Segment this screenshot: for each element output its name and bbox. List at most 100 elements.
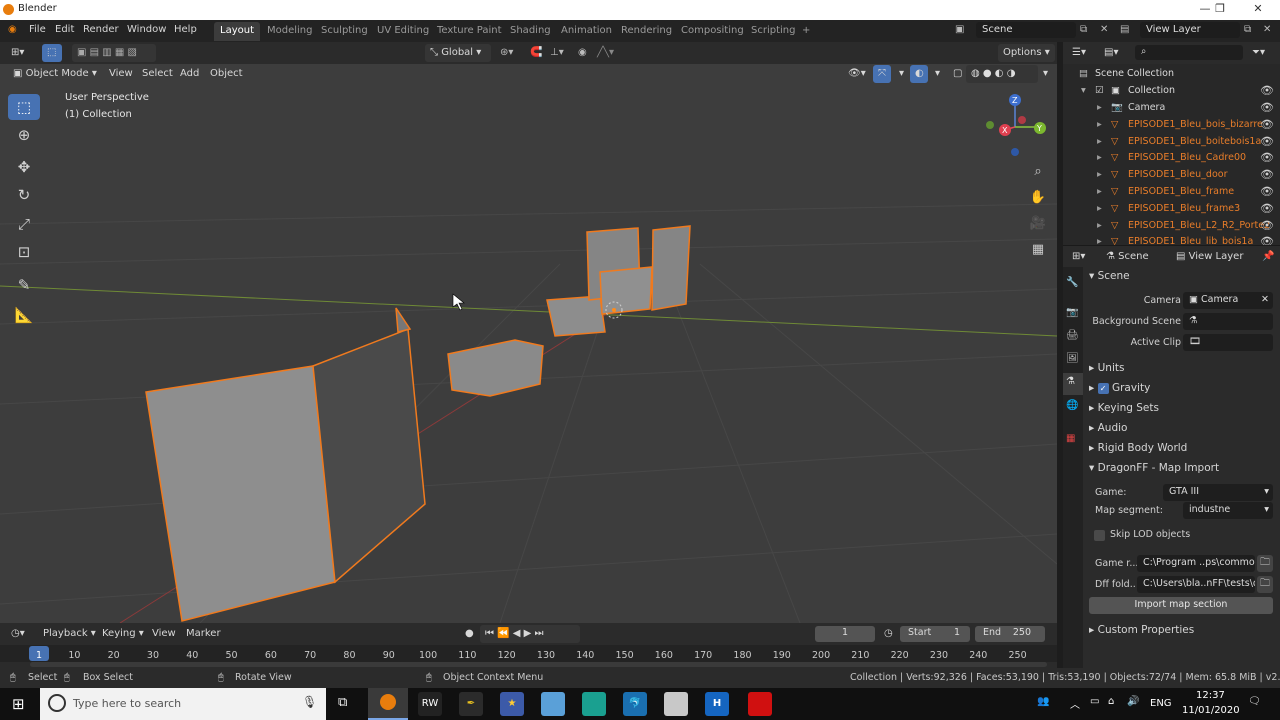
map-segment-dropdown[interactable]: industne ▾ — [1183, 502, 1273, 519]
menu-render[interactable]: Render — [83, 24, 119, 35]
app-rw-icon[interactable]: RW — [418, 692, 442, 716]
notification-icon[interactable]: 🗨 — [1248, 696, 1261, 707]
tab-layout[interactable]: Layout — [214, 22, 260, 41]
timeline-panel[interactable]: ◷▾ Playback ▾ Keying ▾ View Marker ● ⏮ ⏪… — [0, 623, 1057, 668]
tool-cursor[interactable]: ⊕ — [8, 122, 40, 148]
outliner-item[interactable]: ▸ ▽ EPISODE1_Bleu_Cadre00 👁 — [1063, 150, 1280, 167]
xray-icon[interactable]: ▢ — [948, 65, 967, 83]
outliner-editor-icon[interactable]: ☰▾ — [1067, 44, 1091, 62]
menu-keying[interactable]: Keying ▾ — [97, 625, 149, 643]
expand-arrow-icon[interactable]: ▸ — [1097, 152, 1102, 163]
tab-uv-editing[interactable]: UV Editing — [371, 22, 435, 41]
tool-scale[interactable]: ⤢ — [8, 211, 40, 237]
scene-props-tab-icon[interactable]: ⚗ — [1063, 373, 1083, 395]
units-section-header[interactable]: ▸ Units — [1089, 362, 1124, 374]
network-icon[interactable]: ⌂ — [1108, 696, 1114, 707]
microphone-icon[interactable]: 🎙 — [302, 695, 317, 709]
task-view-icon[interactable]: ⧉ — [338, 695, 347, 710]
menu-object[interactable]: Object — [205, 65, 248, 83]
language-indicator[interactable]: ENG — [1150, 698, 1172, 709]
expand-arrow-icon[interactable]: ▸ — [1097, 169, 1102, 180]
import-map-section-button[interactable]: Import map section — [1089, 597, 1273, 614]
record-icon[interactable]: ● — [460, 625, 479, 643]
app-notes-icon[interactable] — [541, 692, 565, 716]
editor-type-icon[interactable]: ⊞▾ — [6, 44, 29, 62]
output-props-icon[interactable]: 🖨 — [1066, 330, 1079, 341]
outliner-collection[interactable]: ▾ ☑ ▣ Collection 👁 — [1063, 83, 1280, 100]
visibility-icon[interactable]: 👁▾ — [843, 65, 871, 83]
viewlayer-name-field[interactable]: View Layer — [1140, 22, 1240, 38]
people-icon[interactable]: 👥 — [1037, 696, 1049, 707]
new-viewlayer-icon[interactable]: ⧉ — [1244, 24, 1251, 35]
menu-help[interactable]: Help — [174, 24, 197, 35]
delete-viewlayer-icon[interactable]: ✕ — [1263, 24, 1271, 35]
blender-menu-icon[interactable]: ◉ — [8, 24, 17, 35]
tool-measure[interactable]: 📐 — [8, 302, 40, 328]
keying-sets-section-header[interactable]: ▸ Keying Sets — [1089, 402, 1159, 414]
outliner-panel[interactable]: ☰▾ ▤▾ ⌕ ⏷▾ ▤ Scene Collection ▾ ☑ ▣ Coll… — [1063, 42, 1280, 248]
current-frame-field[interactable]: 1 — [815, 626, 875, 642]
scene-section-header[interactable]: ▾ Scene — [1089, 270, 1130, 282]
tab-animation[interactable]: Animation — [555, 22, 618, 41]
tab-viewlayer-props[interactable]: ▤ View Layer — [1171, 248, 1248, 266]
overlay-toggle-icon[interactable]: ◐ — [910, 65, 928, 83]
outliner-item[interactable]: ▸ ▽ EPISODE1_Bleu_boitebois1a 👁 — [1063, 134, 1280, 151]
close-window-button[interactable]: ✕ — [1243, 2, 1273, 18]
volume-icon[interactable]: 🔊 — [1127, 696, 1139, 707]
outliner-item[interactable]: ▸ ▽ EPISODE1_Bleu_frame3 👁 — [1063, 201, 1280, 218]
app-red-icon[interactable] — [748, 692, 772, 716]
visibility-eye-icon[interactable]: 👁 — [1260, 168, 1274, 181]
app-dolphin-icon[interactable]: 🐬 — [623, 692, 647, 716]
timeline-scrollbar[interactable] — [30, 662, 1047, 667]
camera-view-icon[interactable]: 🎥 — [1026, 212, 1050, 236]
3d-viewport[interactable]: ▣ Object Mode ▾ View Select Add Object 👁… — [0, 64, 1057, 623]
gizmo-dropdown-icon[interactable]: ▾ — [894, 65, 909, 83]
app-pen-icon[interactable]: ✒ — [459, 692, 483, 716]
expand-arrow-icon[interactable]: ▸ — [1097, 186, 1102, 197]
app-pycharm-icon[interactable] — [582, 692, 606, 716]
texture-props-icon[interactable]: ▦ — [1066, 433, 1075, 444]
timeline-editor-icon[interactable]: ◷▾ — [6, 625, 30, 643]
menu-playback[interactable]: Playback ▾ — [38, 625, 101, 643]
view-layer-props-icon[interactable]: 🖼 — [1066, 353, 1079, 364]
end-frame-field[interactable]: End 250 — [975, 626, 1045, 642]
outliner-search-input[interactable]: ⌕ — [1135, 45, 1243, 60]
pin-icon[interactable]: 📌 — [1257, 248, 1279, 266]
new-scene-icon[interactable]: ⧉ — [1080, 24, 1087, 35]
tray-chevron-icon[interactable]: ︿ — [1070, 696, 1080, 711]
tool-move[interactable]: ✥ — [8, 154, 40, 180]
playback-controls[interactable]: ⏮ ⏪ ◀ ▶ ⏭ — [480, 625, 580, 643]
object-mode-dropdown[interactable]: ▣ Object Mode ▾ — [8, 65, 102, 83]
properties-panel[interactable]: ⊞▾ ⚗ Scene ▤ View Layer 📌 🔧 📷 🖨 🖼 ⚗ 🌐 ▦ … — [1063, 245, 1280, 668]
overlay-dropdown-icon[interactable]: ▾ — [930, 65, 945, 83]
tab-scene-props[interactable]: ⚗ Scene — [1101, 248, 1154, 266]
properties-editor-icon[interactable]: ⊞▾ — [1067, 248, 1090, 266]
outliner-scene-collection[interactable]: ▤ Scene Collection — [1063, 66, 1280, 83]
camera-field[interactable]: ▣ Camera ✕ — [1183, 292, 1273, 309]
shading-mode-buttons[interactable]: ◍ ● ◐ ◑ — [966, 65, 1038, 83]
dragonff-section-header[interactable]: ▾ DragonFF - Map Import — [1089, 462, 1219, 474]
visibility-eye-icon[interactable]: 👁 — [1260, 185, 1274, 198]
expand-arrow-icon[interactable]: ▸ — [1097, 136, 1102, 147]
menu-window[interactable]: Window — [127, 24, 166, 35]
tool-props-icon[interactable]: 🔧 — [1066, 277, 1078, 288]
menu-timeline-view[interactable]: View — [147, 625, 181, 643]
navigation-gizmo[interactable]: Z Y X — [982, 92, 1052, 162]
menu-file[interactable]: File — [29, 24, 46, 35]
world-props-icon[interactable]: 🌐 — [1066, 400, 1078, 411]
tool-annotate[interactable]: ✎ — [8, 272, 40, 298]
menu-view[interactable]: View — [104, 65, 138, 83]
menu-select[interactable]: Select — [137, 65, 178, 83]
falloff-icon[interactable]: ╱╲▾ — [592, 44, 619, 62]
visibility-eye-icon[interactable]: 👁 — [1260, 118, 1274, 131]
blender-taskbar-button[interactable] — [368, 688, 408, 720]
clock-date[interactable]: 11/01/2020 — [1182, 705, 1240, 716]
skip-lod-checkbox[interactable] — [1094, 530, 1105, 541]
gravity-checkbox[interactable]: ✓ — [1097, 382, 1109, 394]
select-tool-mini-icon[interactable]: ⬚ — [42, 44, 62, 62]
delete-scene-icon[interactable]: ✕ — [1100, 24, 1108, 35]
shading-dropdown-icon[interactable]: ▾ — [1038, 65, 1053, 83]
ortho-grid-icon[interactable]: ▦ — [1026, 238, 1050, 262]
tab-texture-paint[interactable]: Texture Paint — [431, 22, 508, 41]
game-dropdown[interactable]: GTA III ▾ — [1163, 484, 1273, 501]
